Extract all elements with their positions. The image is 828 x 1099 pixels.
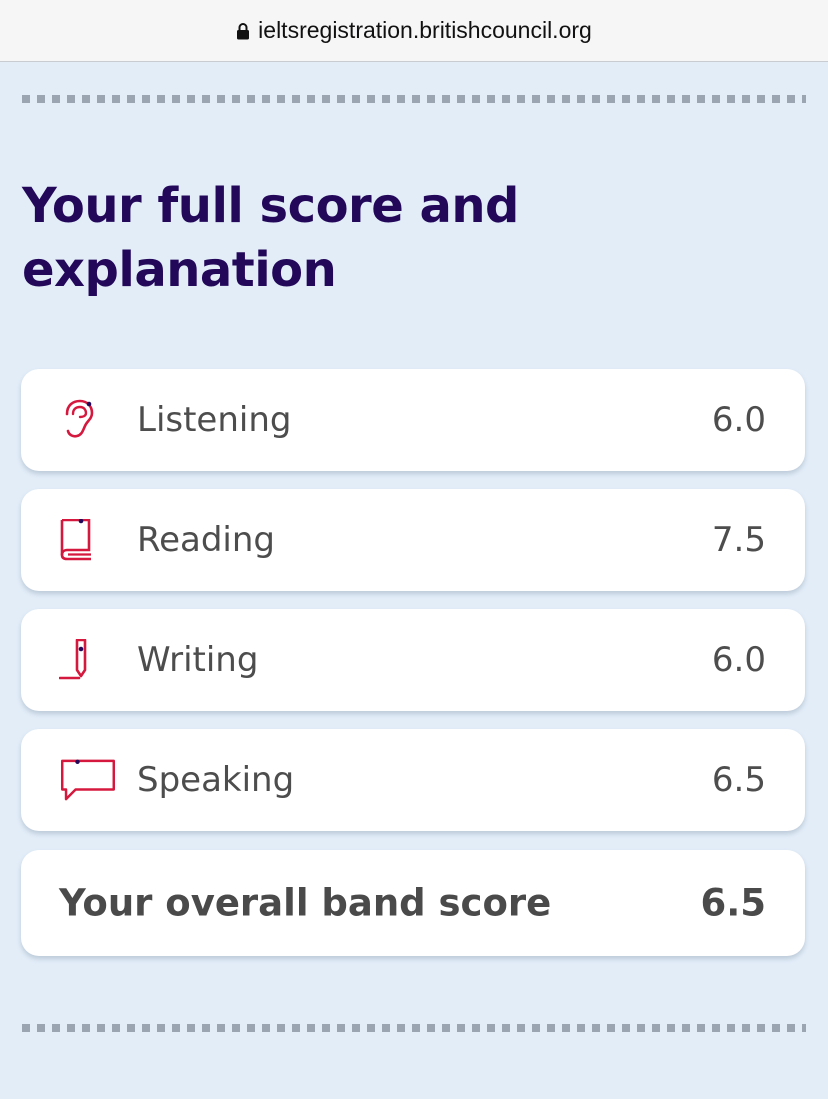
score-row-writing: Writing 6.0 [21, 609, 805, 711]
url-text: ieltsregistration.britishcouncil.org [258, 17, 592, 43]
browser-address-bar[interactable]: ieltsregistration.britishcouncil.org [0, 0, 828, 62]
speech-bubble-icon [60, 759, 116, 801]
page-title: Your full score and explanation [22, 178, 519, 298]
pen-icon [59, 639, 87, 680]
book-icon [60, 519, 91, 561]
overall-band-score-row: Your overall band score 6.5 [21, 850, 805, 956]
score-label: Speaking [137, 760, 295, 800]
lock-icon [237, 22, 250, 39]
score-value: 6.0 [711, 400, 766, 440]
score-value: 6.0 [711, 640, 766, 680]
score-row-listening: Listening 6.0 [21, 369, 805, 471]
score-row-reading: Reading 7.5 [21, 489, 805, 591]
dotted-divider-bottom [22, 1024, 806, 1032]
dotted-divider-top [22, 95, 806, 103]
score-label: Listening [137, 400, 292, 440]
score-value: 7.5 [711, 520, 766, 560]
url-display[interactable]: ieltsregistration.britishcouncil.org [236, 17, 592, 44]
score-label: Reading [137, 520, 276, 560]
overall-score-value: 6.5 [700, 881, 766, 925]
score-value: 6.5 [711, 760, 766, 800]
overall-score-label: Your overall band score [59, 881, 552, 925]
ear-icon [65, 399, 94, 438]
score-row-speaking: Speaking 6.5 [21, 729, 805, 831]
score-label: Writing [137, 640, 259, 680]
